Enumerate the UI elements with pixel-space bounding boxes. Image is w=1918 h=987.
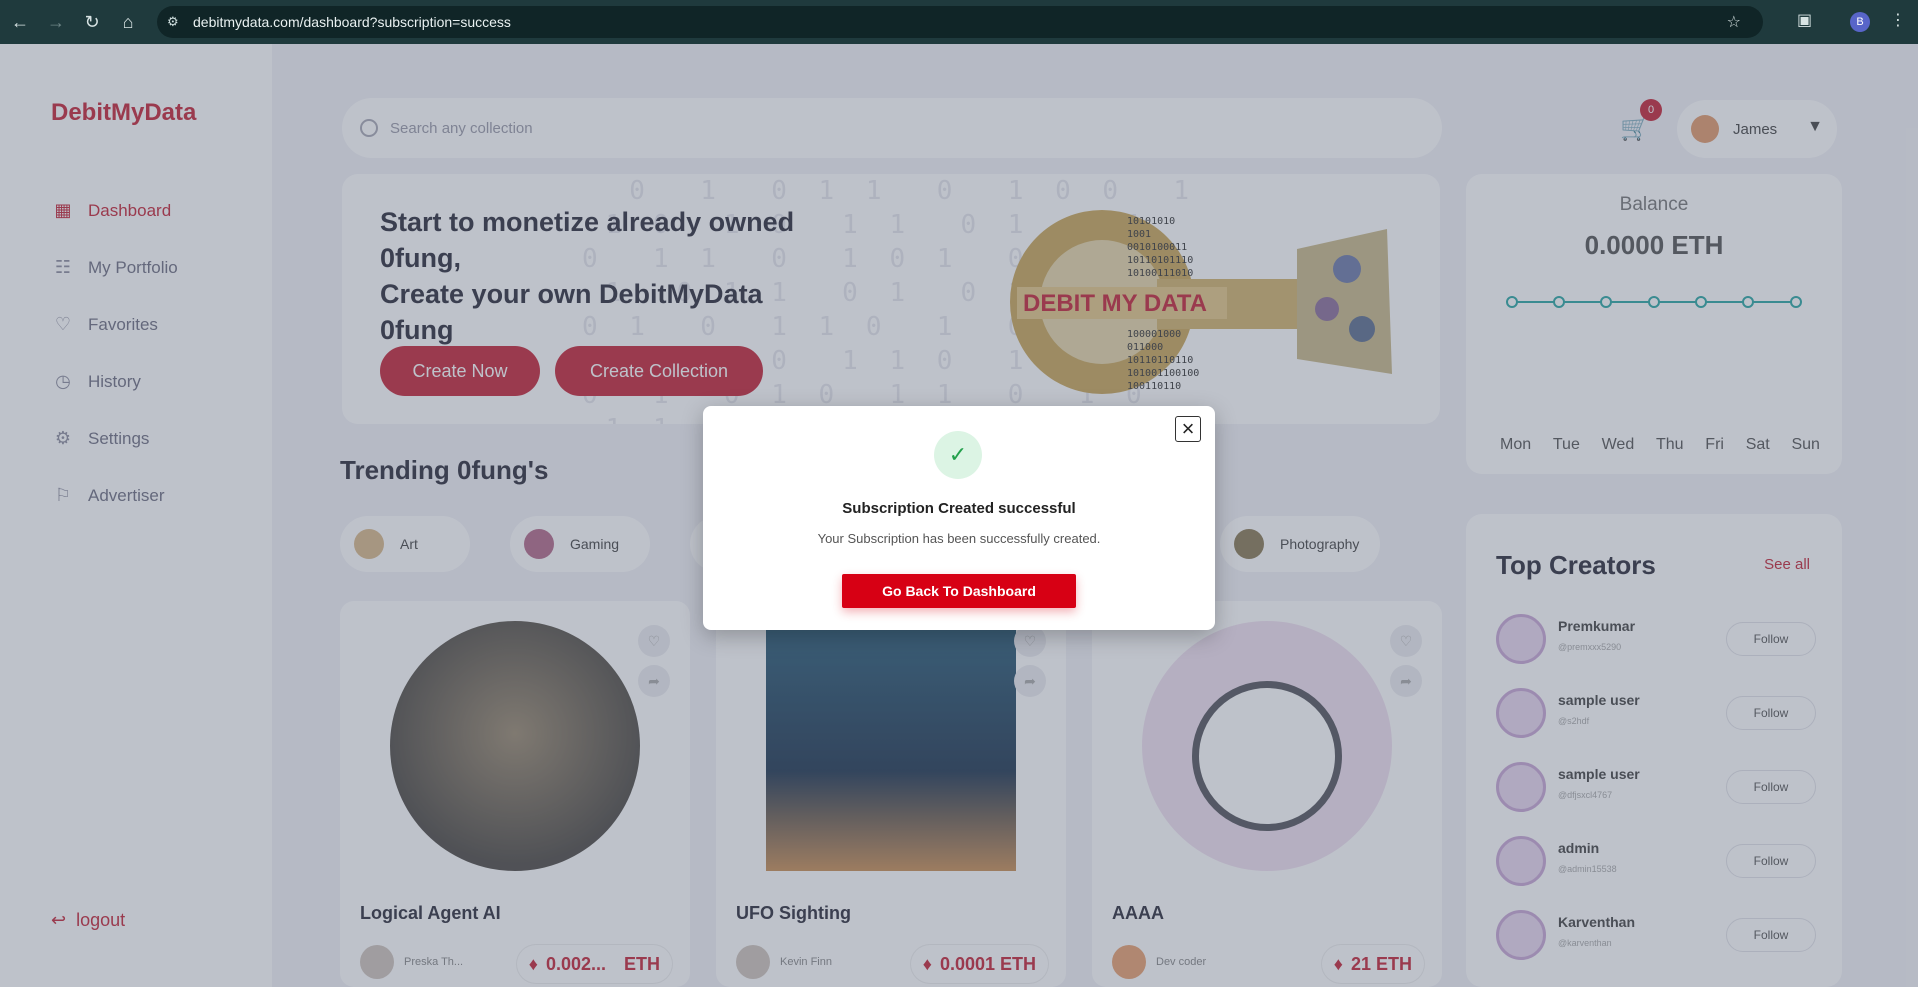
modal-message: Your Subscription has been successfully …: [817, 531, 1101, 546]
go-back-to-dashboard-button[interactable]: Go Back To Dashboard: [842, 574, 1076, 608]
forward-icon[interactable]: →: [38, 4, 74, 40]
site-info-icon[interactable]: ⚙: [167, 14, 193, 30]
close-icon[interactable]: ×: [1175, 416, 1201, 442]
profile-avatar[interactable]: B: [1850, 12, 1870, 32]
modal-title: Subscription Created successful: [842, 500, 1076, 517]
reload-icon[interactable]: ↻: [74, 4, 110, 40]
url-text: debitmydata.com/dashboard?subscription=s…: [193, 14, 511, 30]
browser-toolbar: ← → ↻ ⌂ ⚙ debitmydata.com/dashboard?subs…: [0, 0, 1918, 44]
subscription-success-modal: × ✓ Subscription Created successful Your…: [703, 406, 1215, 630]
home-icon[interactable]: ⌂: [110, 4, 146, 40]
bookmark-star-icon[interactable]: ☆: [1727, 12, 1741, 32]
back-icon[interactable]: ←: [2, 4, 38, 40]
address-bar[interactable]: ⚙ debitmydata.com/dashboard?subscription…: [157, 6, 1763, 38]
menu-icon[interactable]: ⋮: [1890, 10, 1906, 30]
extensions-icon[interactable]: ▣: [1797, 10, 1812, 30]
success-check-icon: ✓: [934, 431, 982, 479]
